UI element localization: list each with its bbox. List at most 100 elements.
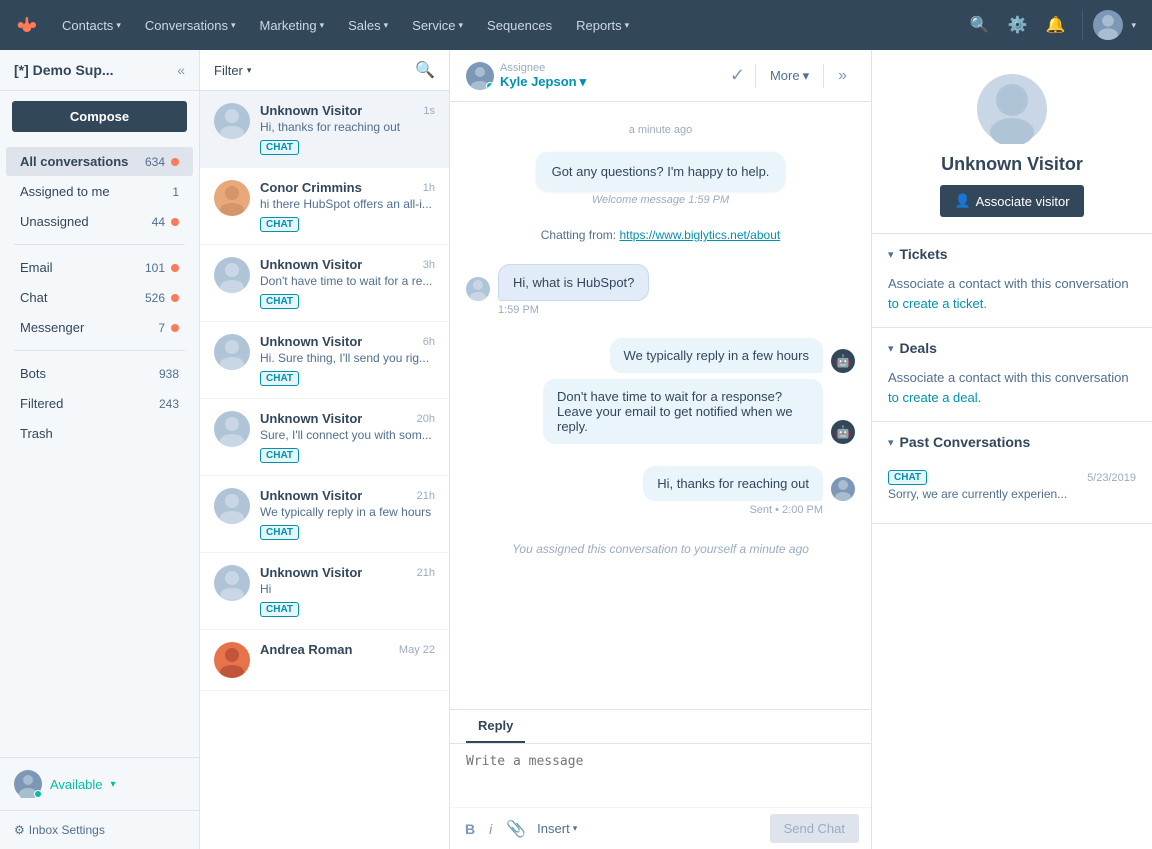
current-user-avatar: [14, 770, 42, 798]
sidebar-item-chat[interactable]: Chat 526: [6, 283, 193, 312]
conversation-item[interactable]: Unknown Visitor 21h Hi CHAT: [200, 553, 449, 630]
deals-chevron-icon: ▾: [888, 342, 894, 355]
settings-button[interactable]: ⚙️: [1000, 8, 1034, 42]
assignee-chevron-icon: ▾: [580, 74, 587, 90]
conversation-item[interactable]: Unknown Visitor 6h Hi. Sure thing, I'll …: [200, 322, 449, 399]
user-avatar[interactable]: [1093, 10, 1123, 40]
contact-avatar-large: [977, 74, 1047, 144]
availability-chevron[interactable]: ▾: [111, 779, 116, 790]
conversation-time: 21h: [417, 490, 435, 502]
insert-chevron-icon: ▾: [573, 823, 578, 834]
nav-conversations[interactable]: Conversations ▾: [135, 12, 246, 39]
resolve-button[interactable]: ✓: [726, 61, 749, 90]
attachment-icon[interactable]: 📎: [503, 816, 529, 842]
associate-visitor-button[interactable]: 👤 Associate visitor: [940, 185, 1083, 217]
compose-button[interactable]: Compose: [12, 101, 187, 132]
nav-contacts[interactable]: Contacts ▾: [52, 12, 131, 39]
conversation-name: Unknown Visitor: [260, 565, 362, 580]
chatting-from-info: Chatting from: https://www.biglytics.net…: [466, 228, 855, 242]
expand-button[interactable]: »: [830, 63, 855, 89]
tickets-chevron-icon: ▾: [888, 248, 894, 261]
past-conversation-item[interactable]: CHAT 5/23/2019 Sorry, we are currently e…: [888, 462, 1136, 509]
sidebar-item-assigned-to-me[interactable]: Assigned to me 1: [6, 177, 193, 206]
conversation-time: 6h: [423, 336, 435, 348]
deals-section-body: Associate a contact with this conversati…: [872, 368, 1152, 421]
past-conversations-header[interactable]: ▾ Past Conversations: [872, 422, 1152, 462]
conversation-name: Unknown Visitor: [260, 103, 362, 118]
reply-input[interactable]: [450, 744, 871, 804]
bot-message-bubble-2: Don't have time to wait for a response? …: [543, 379, 823, 444]
more-chevron-icon: ▾: [803, 68, 810, 84]
conversation-time: 1s: [423, 105, 435, 117]
welcome-message-bubble: Got any questions? I'm happy to help.: [536, 152, 786, 191]
assignee-name-button[interactable]: Kyle Jepson ▾: [500, 74, 586, 90]
sidebar-item-unassigned[interactable]: Unassigned 44: [6, 207, 193, 236]
conversation-item[interactable]: Unknown Visitor 21h We typically reply i…: [200, 476, 449, 553]
conversation-search-button[interactable]: 🔍: [415, 60, 435, 80]
past-conversations-title: Past Conversations: [900, 434, 1031, 450]
send-chat-button[interactable]: Send Chat: [770, 814, 859, 843]
past-conversations-chevron-icon: ▾: [888, 436, 894, 449]
sidebar-item-all-conversations[interactable]: All conversations 634: [6, 147, 193, 176]
bold-icon[interactable]: B: [462, 818, 478, 840]
conversation-preview: Hi: [260, 582, 435, 596]
conversation-name: Unknown Visitor: [260, 411, 362, 426]
notifications-button[interactable]: 🔔: [1038, 8, 1072, 42]
more-actions-button[interactable]: More ▾: [762, 64, 817, 88]
assignee-online-dot: [486, 82, 494, 90]
settings-label: Inbox Settings: [29, 823, 105, 837]
conversation-item[interactable]: Unknown Visitor 1s Hi, thanks for reachi…: [200, 91, 449, 168]
search-button[interactable]: 🔍: [962, 8, 996, 42]
conversation-item[interactable]: Unknown Visitor 3h Don't have time to wa…: [200, 245, 449, 322]
chat-header: Assignee Kyle Jepson ▾ ✓ More ▾ »: [450, 50, 871, 102]
unread-dot: [171, 324, 179, 332]
conversation-item[interactable]: Conor Crimmins 1h hi there HubSpot offer…: [200, 168, 449, 245]
insert-button[interactable]: Insert ▾: [537, 821, 577, 836]
sidebar-item-messenger[interactable]: Messenger 7: [6, 313, 193, 342]
conversation-list: Unknown Visitor 1s Hi, thanks for reachi…: [200, 91, 449, 849]
tickets-section: ▾ Tickets Associate a contact with this …: [872, 234, 1152, 328]
conversation-name: Andrea Roman: [260, 642, 352, 657]
past-conv-date: 5/23/2019: [1087, 472, 1136, 484]
sidebar-count: 634: [145, 155, 165, 169]
assignee-label: Assignee: [500, 62, 586, 74]
reply-tab[interactable]: Reply: [466, 710, 525, 743]
nav-reports[interactable]: Reports ▾: [566, 12, 639, 39]
header-divider: [823, 64, 824, 88]
deals-section-header[interactable]: ▾ Deals: [872, 328, 1152, 368]
contact-profile: Unknown Visitor 👤 Associate visitor: [872, 50, 1152, 234]
conversation-tag: CHAT: [260, 217, 299, 232]
tickets-section-title: Tickets: [900, 246, 948, 262]
conversation-preview: Don't have time to wait for a re...: [260, 274, 435, 288]
chatting-from-link[interactable]: https://www.biglytics.net/about: [619, 228, 780, 242]
inbox-name: [*] Demo Sup...: [14, 62, 114, 78]
filter-button[interactable]: Filter ▾: [214, 63, 251, 78]
agent-sent-meta: Sent • 2:00 PM: [749, 504, 823, 516]
visitor-avatar: [214, 334, 250, 370]
deals-create-link[interactable]: to create a deal: [888, 390, 978, 405]
contact-name: Unknown Visitor: [941, 154, 1083, 175]
nav-marketing[interactable]: Marketing ▾: [249, 12, 334, 39]
conversation-item[interactable]: Unknown Visitor 20h Sure, I'll connect y…: [200, 399, 449, 476]
hubspot-logo[interactable]: [12, 11, 40, 39]
sidebar-collapse-button[interactable]: «: [177, 62, 185, 78]
tickets-section-header[interactable]: ▾ Tickets: [872, 234, 1152, 274]
nav-sales[interactable]: Sales ▾: [338, 12, 398, 39]
conversation-item[interactable]: Andrea Roman May 22: [200, 630, 449, 691]
nav-sequences[interactable]: Sequences: [477, 12, 562, 39]
nav-service[interactable]: Service ▾: [402, 12, 473, 39]
message-meta: Welcome message 1:59 PM: [592, 194, 729, 206]
inbox-settings-link[interactable]: ⚙ Inbox Settings: [0, 810, 199, 849]
availability-status[interactable]: Available: [50, 777, 103, 792]
sidebar-item-bots[interactable]: Bots 938: [6, 359, 193, 388]
italic-icon[interactable]: i: [486, 818, 495, 840]
sidebar-item-filtered[interactable]: Filtered 243: [6, 389, 193, 418]
sidebar-item-email[interactable]: Email 101: [6, 253, 193, 282]
system-note: You assigned this conversation to yourse…: [466, 542, 855, 556]
tickets-create-link[interactable]: to create a ticket: [888, 296, 983, 311]
sidebar-footer-user[interactable]: Available ▾: [0, 757, 199, 810]
visitor-avatar: [214, 642, 250, 678]
conversation-tag: CHAT: [260, 140, 299, 155]
sidebar-item-trash[interactable]: Trash: [6, 419, 193, 448]
user-menu-chevron[interactable]: ▾: [1127, 20, 1140, 31]
